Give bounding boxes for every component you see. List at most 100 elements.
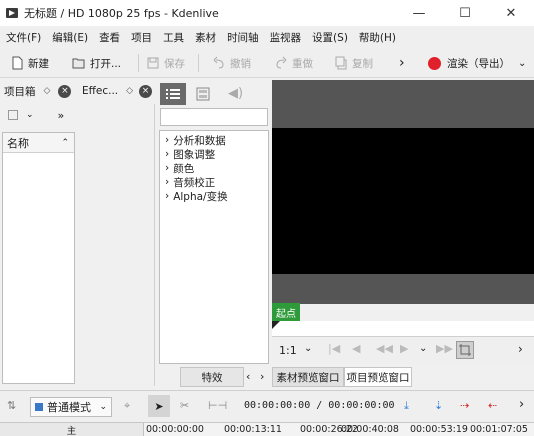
toolbar-more-chevron-icon[interactable]: › bbox=[399, 54, 405, 72]
add-clip-icon[interactable] bbox=[8, 110, 18, 120]
save-label: 保存 bbox=[164, 57, 185, 70]
menu-view[interactable]: 查看 bbox=[99, 30, 120, 45]
monitor-controls: 1:1 ⌄ |◀ ◀ ◀◀ ▶ ⌄ ▶▶ › bbox=[272, 338, 534, 364]
project-bin-title: 项目箱 bbox=[4, 85, 36, 98]
new-button[interactable]: 新建 bbox=[10, 54, 49, 72]
track-header: 主 bbox=[0, 423, 144, 436]
tab-clip-monitor[interactable]: 素材预览窗口 bbox=[272, 367, 344, 387]
tab-scroll-right-icon[interactable]: › bbox=[260, 370, 264, 383]
list-view-button[interactable] bbox=[160, 83, 186, 105]
menu-timeline[interactable]: 时间轴 bbox=[227, 30, 259, 45]
track-settings-icon[interactable]: ⇅ bbox=[7, 399, 16, 412]
in-point-badge: 起点 bbox=[272, 303, 300, 321]
new-label: 新建 bbox=[28, 57, 49, 70]
copy-label: 复制 bbox=[352, 57, 373, 70]
zoom-dropdown-icon[interactable]: ⌄ bbox=[304, 343, 312, 354]
monitor-bottom-area bbox=[272, 274, 534, 304]
render-button[interactable]: 渲染（导出） bbox=[428, 54, 510, 72]
monitor-ruler[interactable] bbox=[272, 321, 534, 337]
ruler-tick: 00:01:07:05 bbox=[470, 424, 528, 435]
audio-effects-button[interactable]: ◀) bbox=[228, 86, 243, 101]
render-label: 渲染（导出） bbox=[447, 57, 510, 70]
normal-mode-icon bbox=[35, 403, 43, 411]
effects-search-input[interactable] bbox=[160, 108, 268, 126]
overwrite-icon[interactable]: ⇣ bbox=[434, 399, 443, 412]
project-bin-list[interactable]: 名称 ⌃ bbox=[2, 132, 75, 384]
insert-icon[interactable]: ⤓ bbox=[404, 399, 409, 413]
dock-float-icon[interactable]: ◇ bbox=[44, 86, 51, 96]
maximize-button[interactable]: ☐ bbox=[442, 0, 488, 26]
name-column-header[interactable]: 名称 ⌃ bbox=[3, 133, 74, 153]
monitor-video-area[interactable] bbox=[272, 128, 534, 274]
lift-icon[interactable]: ⇢ bbox=[460, 399, 469, 412]
redo-label: 重做 bbox=[292, 57, 313, 70]
project-bin-toolbar: ⌄ » bbox=[2, 104, 76, 126]
playhead-marker-icon bbox=[272, 321, 280, 329]
ruler-tick: 00:00:00:00 bbox=[146, 424, 204, 435]
menu-monitor[interactable]: 监视器 bbox=[270, 30, 302, 45]
redo-icon bbox=[276, 56, 287, 69]
copy-button[interactable]: 复制 bbox=[334, 54, 373, 72]
new-document-icon bbox=[12, 56, 23, 70]
toolbar-dropdown-icon[interactable]: ⌄ bbox=[518, 54, 526, 72]
close-window-button[interactable]: ✕ bbox=[488, 0, 534, 26]
menu-clip[interactable]: 素材 bbox=[195, 30, 216, 45]
cut-tool-icon[interactable]: ✂ bbox=[180, 399, 189, 412]
window-titlebar: 无标题 / HD 1080p 25 fps - Kdenlive — ☐ ✕ bbox=[0, 0, 534, 26]
copy-icon bbox=[335, 56, 347, 70]
menu-settings[interactable]: 设置(S) bbox=[312, 30, 348, 45]
menu-tool[interactable]: 工具 bbox=[163, 30, 184, 45]
menu-edit[interactable]: 编辑(E) bbox=[52, 30, 88, 45]
render-icon bbox=[428, 56, 441, 70]
window-title: 无标题 / HD 1080p 25 fps - Kdenlive bbox=[24, 7, 219, 20]
tab-effects[interactable]: 特效 bbox=[180, 367, 244, 387]
minimize-button[interactable]: — bbox=[396, 0, 442, 26]
undo-icon bbox=[213, 56, 224, 69]
project-bin-header: 项目箱 ◇ × bbox=[2, 81, 76, 101]
redo-button[interactable]: 重做 bbox=[274, 54, 313, 72]
undo-button[interactable]: 撤销 bbox=[212, 54, 251, 72]
tree-item[interactable]: › 颜色 bbox=[160, 161, 194, 175]
open-button[interactable]: 打开... bbox=[72, 54, 121, 72]
tree-item[interactable]: › 分析和数据 bbox=[160, 133, 226, 147]
effects-tree[interactable]: › 分析和数据 › 图象调整 › 颜色 › 音频校正 › Alpha/变换 bbox=[159, 130, 269, 364]
bin-more-icon[interactable]: » bbox=[58, 109, 65, 122]
tab-scroll-left-icon[interactable]: ‹ bbox=[246, 370, 250, 383]
dock-float-icon[interactable]: ◇ bbox=[126, 86, 133, 96]
fit-zoom-button[interactable] bbox=[456, 341, 474, 359]
close-dock-icon[interactable]: × bbox=[139, 84, 153, 98]
save-icon bbox=[147, 57, 159, 69]
edit-mode-label: 普通模式 bbox=[47, 401, 91, 414]
fast-forward-icon[interactable]: ▶▶ bbox=[436, 342, 453, 355]
menu-file[interactable]: 文件(F) bbox=[6, 30, 41, 45]
play-icon[interactable]: ▶ bbox=[400, 342, 408, 355]
tree-item[interactable]: › 图象调整 bbox=[160, 147, 215, 161]
edit-mode-select[interactable]: 普通模式 ⌄ bbox=[30, 397, 112, 417]
save-button[interactable]: 保存 bbox=[146, 54, 185, 72]
menu-help[interactable]: 帮助(H) bbox=[359, 30, 396, 45]
timeline-more-icon[interactable]: › bbox=[519, 397, 524, 412]
zoom-select[interactable]: 1:1 bbox=[279, 344, 297, 357]
ruler-tick: 00:00:40:08 bbox=[341, 424, 399, 435]
add-clip-dropdown-icon[interactable]: ⌄ bbox=[26, 110, 34, 120]
master-track-label: 主 bbox=[66, 426, 77, 436]
monitor-more-icon[interactable]: › bbox=[518, 342, 523, 356]
tree-item[interactable]: › 音频校正 bbox=[160, 175, 215, 189]
kdenlive-app-icon bbox=[6, 8, 18, 18]
ruler-tick: 00:00:53:19 bbox=[410, 424, 468, 435]
spacer-tool-icon[interactable]: ⊢⊣ bbox=[208, 399, 227, 412]
close-dock-icon[interactable]: × bbox=[58, 84, 72, 98]
tab-project-monitor[interactable]: 项目预览窗口 bbox=[344, 367, 412, 387]
select-tool-button[interactable]: ➤ bbox=[148, 395, 170, 417]
play-dropdown-icon[interactable]: ⌄ bbox=[419, 343, 427, 354]
go-start-icon[interactable]: |◀ bbox=[328, 342, 340, 355]
tree-item[interactable]: › Alpha/变换 bbox=[160, 189, 228, 203]
name-column-label: 名称 bbox=[7, 136, 29, 150]
prev-frame-icon[interactable]: ◀ bbox=[352, 342, 360, 355]
menu-project[interactable]: 项目 bbox=[131, 30, 152, 45]
timeline-ruler[interactable]: 主 00:00:00:00 00:00:13:11 00:00:26:22 00… bbox=[0, 422, 534, 436]
razor-mode-icon[interactable]: ⌖ bbox=[124, 399, 130, 413]
extract-icon[interactable]: ⇠ bbox=[488, 399, 497, 412]
video-effects-button[interactable] bbox=[196, 87, 210, 104]
rewind-icon[interactable]: ◀◀ bbox=[376, 342, 393, 355]
